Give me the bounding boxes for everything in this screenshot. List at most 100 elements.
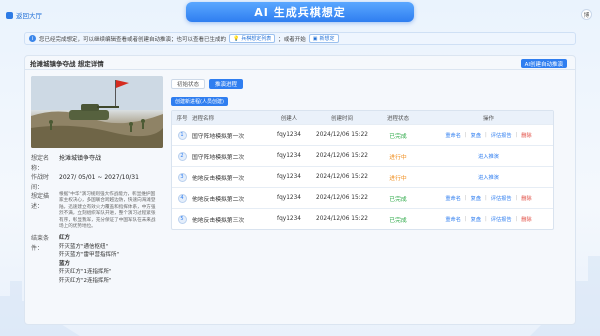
end-condition: 歼灭蓝方"通信枢纽" — [59, 243, 109, 250]
scenario-photo — [31, 76, 163, 148]
new-scenario-label: 新想定 — [319, 36, 335, 42]
process-table: 序号 进程名称 创建人 创建时间 进程状态 操作 1 国守阵地模拟第一次 fqy12… — [171, 110, 554, 230]
row-actions: 重命名 | 复盘 | 评估报告 | 删除 — [424, 216, 553, 223]
notice-bar: i 您已经完成想定，可以继续编辑查看或者创建自动推演；也可以查看已生成的 💡 兵棋… — [24, 32, 576, 45]
creator: fqy1234 — [277, 195, 301, 201]
table-body: 1 国守阵地模拟第一次 fqy1234 2024/12/06 15:22 已完成 重命名 |… — [172, 124, 553, 229]
create-time: 2024/12/06 15:22 — [316, 132, 368, 138]
op-link[interactable]: 重命名 — [445, 216, 461, 223]
op-separator: | — [464, 215, 467, 222]
row-number: 2 — [177, 151, 187, 161]
op-link[interactable]: 进入推演 — [478, 174, 499, 181]
end-condition: 歼灭红方"1连指挥所" — [59, 269, 112, 276]
op-link[interactable]: 评估报告 — [491, 132, 512, 139]
new-file-icon: ▣ — [312, 35, 318, 42]
end-condition: 歼灭蓝方"雷甲营指挥所" — [59, 252, 120, 259]
header-status: 进程状态 — [386, 115, 409, 122]
new-scenario-button[interactable]: ▣ 新想定 — [308, 34, 339, 43]
end-condition: 红方 — [59, 235, 71, 242]
op-link[interactable]: 评估报告 — [491, 216, 512, 223]
op-separator: | — [515, 215, 518, 222]
tab-initial-state[interactable]: 初始状态 — [171, 79, 206, 89]
creator: fqy1234 — [277, 216, 301, 222]
row-number: 5 — [177, 214, 187, 224]
table-row: 2 国守阵地模拟第二次 fqy1234 2024/12/06 15:22 进行中 进入推演 — [172, 145, 553, 166]
scenario-info: 想定名称： 抢滩城镇争夺战 作战时间： 2027/ 05/01 ~ 2027/10/… — [31, 76, 163, 285]
end-label: 结束条件： — [31, 235, 50, 252]
process-name: 他地反击模拟第一次 — [192, 175, 245, 182]
op-separator: | — [464, 194, 467, 201]
process-name: 国守阵地模拟第一次 — [192, 133, 245, 140]
notice-text-1: 您已经完成想定，可以继续编辑查看或者创建自动推演；也可以查看已生成的 — [39, 36, 227, 43]
op-link[interactable]: 删除 — [521, 216, 531, 223]
ai-auto-deduction-button[interactable]: AI创建自动推演 — [520, 59, 567, 68]
back-to-lobby-button[interactable]: 返回大厅 — [6, 10, 42, 20]
op-separator: | — [485, 194, 487, 201]
op-link[interactable]: 进入推演 — [478, 153, 499, 160]
back-label: 返回大厅 — [16, 12, 42, 20]
page-title: AI 生成兵棋想定 — [186, 2, 414, 22]
status-badge: 进行中 — [389, 154, 407, 161]
home-icon — [6, 11, 13, 19]
scenario-list-button[interactable]: 💡 兵棋想定列表 — [229, 34, 276, 43]
deduction-section: 初始状态 推演进程 创建新进程(人员创建) 序号 进程名称 创建人 创建时间 进… — [171, 79, 571, 230]
header-time: 创建时间 — [330, 115, 353, 122]
table-row: 3 他地反击模拟第一次 fqy1234 2024/12/06 15:22 进行中 进入推演 — [172, 166, 553, 187]
op-link[interactable]: 重命名 — [445, 132, 461, 139]
table-row: 4 他地反击模拟第二次 fqy1234 2024/12/06 15:22 已完成 重命名 |… — [172, 187, 553, 208]
scenario-list-label: 兵棋想定列表 — [241, 36, 272, 42]
row-number: 3 — [177, 172, 187, 182]
process-name: 他地反击模拟第二次 — [192, 196, 245, 203]
header-creator: 创建人 — [280, 115, 298, 122]
process-name: 国守阵地模拟第二次 — [192, 154, 245, 161]
status-badge: 已完成 — [389, 196, 407, 203]
header-name: 进程名称 — [192, 115, 215, 122]
op-link[interactable]: 重命名 — [445, 195, 461, 202]
time-label: 作战时间： — [31, 174, 50, 191]
create-process-button[interactable]: 创建新进程(人员创建) — [171, 97, 228, 106]
op-link[interactable]: 复盘 — [471, 216, 481, 223]
end-conditions: 红方 歼灭蓝方"通信枢纽" 歼灭蓝方"雷甲营指挥所" 蓝方 歼灭红方"1连指挥所… — [59, 234, 119, 285]
table-header: 序号 进程名称 创建人 创建时间 进程状态 操作 — [172, 111, 553, 124]
op-link[interactable]: 评估报告 — [491, 195, 512, 202]
status-badge: 已完成 — [389, 217, 407, 224]
top-bar: 返回大厅 AI 生成兵棋想定 博 — [0, 0, 600, 28]
tank-scene-image — [31, 76, 163, 148]
desc-label: 想定描述： — [31, 193, 50, 210]
creator: fqy1234 — [277, 153, 301, 159]
op-separator: | — [485, 131, 487, 138]
end-condition: 蓝方 — [59, 260, 71, 267]
create-time: 2024/12/06 15:22 — [316, 216, 368, 222]
info-icon: i — [29, 35, 36, 42]
header-ops: 操作 — [482, 115, 494, 122]
row-actions: 重命名 | 复盘 | 评估报告 | 删除 — [424, 195, 553, 202]
op-separator: | — [515, 194, 518, 201]
status-badge: 已完成 — [389, 133, 407, 140]
scenario-detail-panel: 抢滩城镇争夺战 想定详情 AI创建自动推演 想定名称： 抢滩城镇争夺战 作战时间：… — [24, 55, 576, 325]
process-name: 他地反击模拟第三次 — [192, 217, 245, 224]
tab-bar: 初始状态 推演进程 — [171, 79, 571, 89]
name-label: 想定名称： — [31, 155, 50, 172]
op-link[interactable]: 删除 — [521, 195, 531, 202]
op-link[interactable]: 删除 — [521, 132, 531, 139]
row-actions: 进入推演 — [424, 153, 553, 160]
table-row: 1 国守阵地模拟第一次 fqy1234 2024/12/06 15:22 已完成 重命名 |… — [172, 124, 553, 145]
panel-title: 抢滩城镇争夺战 想定详情 — [25, 56, 575, 70]
create-time: 2024/12/06 15:22 — [316, 195, 368, 201]
tab-deduction-process[interactable]: 推演进程 — [209, 79, 244, 89]
op-link[interactable]: 复盘 — [471, 132, 481, 139]
op-link[interactable]: 复盘 — [471, 195, 481, 202]
create-time: 2024/12/06 15:22 — [316, 153, 368, 159]
end-condition: 歼灭红方"2连指挥所" — [59, 277, 112, 284]
op-separator: | — [515, 131, 518, 138]
creator: fqy1234 — [277, 132, 301, 138]
bulb-icon: 💡 — [233, 35, 240, 42]
table-row: 5 他地反击模拟第三次 fqy1234 2024/12/06 15:22 已完成 重命名 |… — [172, 208, 553, 229]
scenario-time: 2027/ 05/01 ~ 2027/10/31 — [59, 174, 139, 181]
row-number: 1 — [177, 130, 187, 140]
status-badge: 进行中 — [389, 175, 407, 182]
header-no: 序号 — [176, 115, 188, 122]
user-avatar[interactable]: 博 — [581, 9, 592, 20]
op-separator: | — [464, 131, 467, 138]
creator: fqy1234 — [277, 174, 301, 180]
